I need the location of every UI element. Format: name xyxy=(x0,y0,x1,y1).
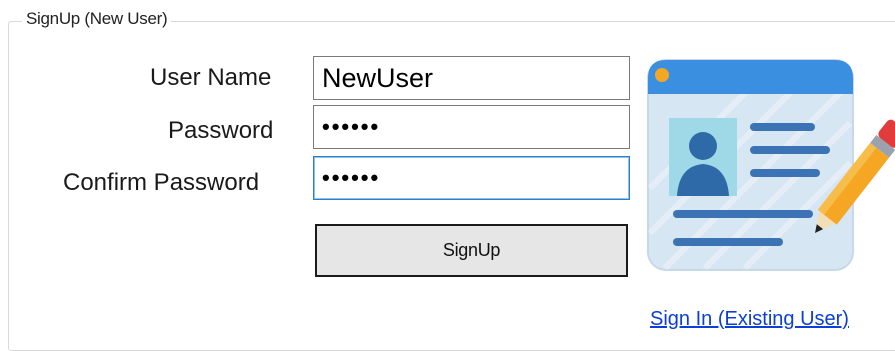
signup-button[interactable]: SignUp xyxy=(315,224,628,277)
password-field[interactable]: •••••• xyxy=(313,105,630,149)
username-label: User Name xyxy=(150,64,272,91)
password-label: Password xyxy=(168,117,274,144)
user-profile-card-icon xyxy=(645,58,895,288)
username-field[interactable]: NewUser xyxy=(313,56,630,100)
group-title: SignUp (New User) xyxy=(22,9,172,29)
confirm-password-label: Confirm Password xyxy=(63,169,260,196)
signin-existing-user-link[interactable]: Sign In (Existing User) xyxy=(650,308,849,331)
confirm-password-field[interactable]: •••••• xyxy=(313,156,630,200)
